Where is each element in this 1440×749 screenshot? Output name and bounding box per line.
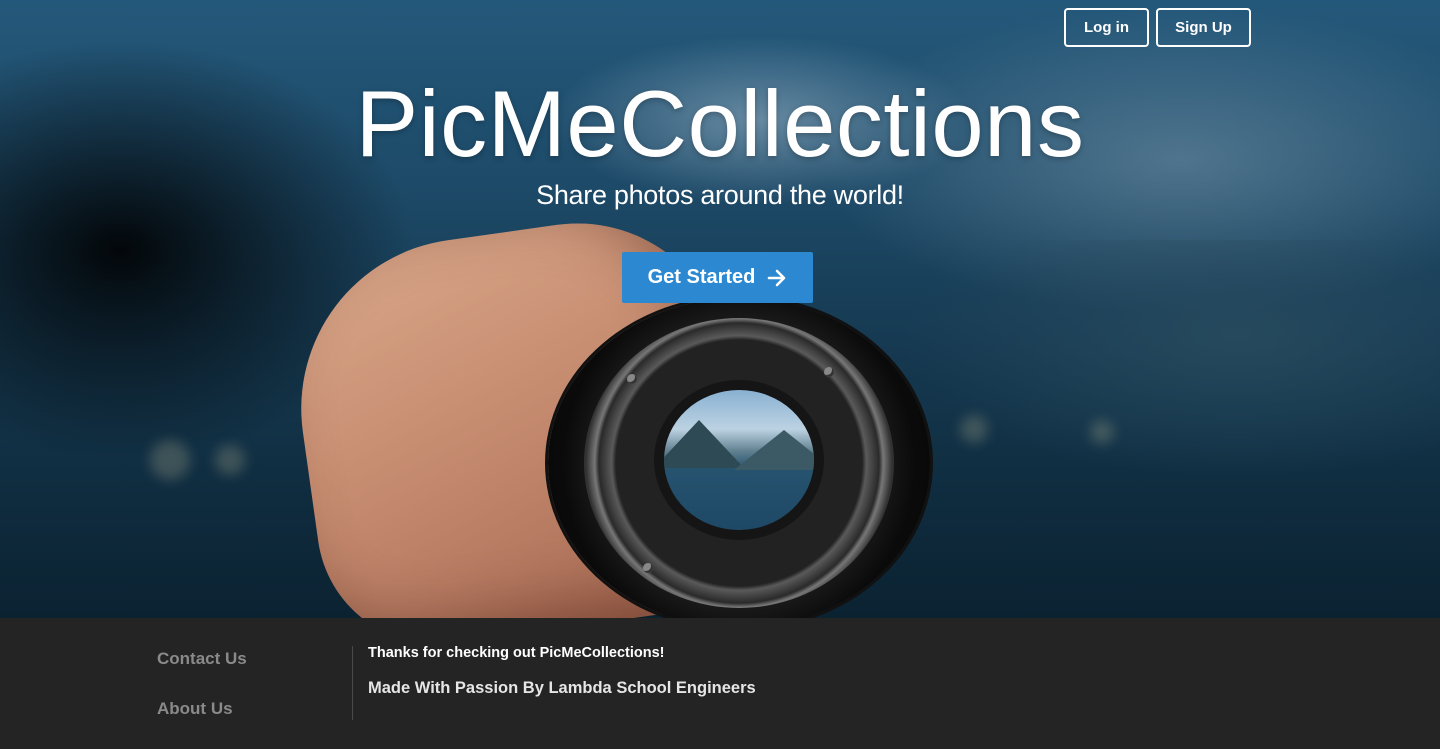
- lens-screw: [627, 374, 637, 384]
- bokeh-light: [150, 440, 190, 480]
- lens-screw: [643, 563, 653, 573]
- get-started-label: Get Started: [647, 266, 756, 288]
- app-title: PicMeCollections: [355, 71, 1085, 176]
- footer-divider: [352, 646, 353, 720]
- about-us-link[interactable]: About Us: [157, 699, 233, 719]
- login-button[interactable]: Log in: [1064, 8, 1149, 47]
- contact-us-link[interactable]: Contact Us: [157, 649, 247, 669]
- lens-view-landscape: [664, 390, 814, 530]
- footer-credit-text: Made With Passion By Lambda School Engin…: [368, 679, 756, 697]
- footer-thanks-text: Thanks for checking out PicMeCollections…: [368, 645, 665, 661]
- bokeh-light: [960, 415, 988, 443]
- bokeh-light: [1090, 420, 1114, 444]
- signup-button[interactable]: Sign Up: [1156, 8, 1251, 47]
- background-mountains: [900, 240, 1440, 480]
- lens-screw: [824, 367, 834, 377]
- get-started-button[interactable]: Get Started: [622, 252, 813, 303]
- hero-tagline: Share photos around the world!: [536, 180, 904, 210]
- arrow-right-icon: [768, 269, 786, 286]
- bokeh-light: [215, 445, 245, 475]
